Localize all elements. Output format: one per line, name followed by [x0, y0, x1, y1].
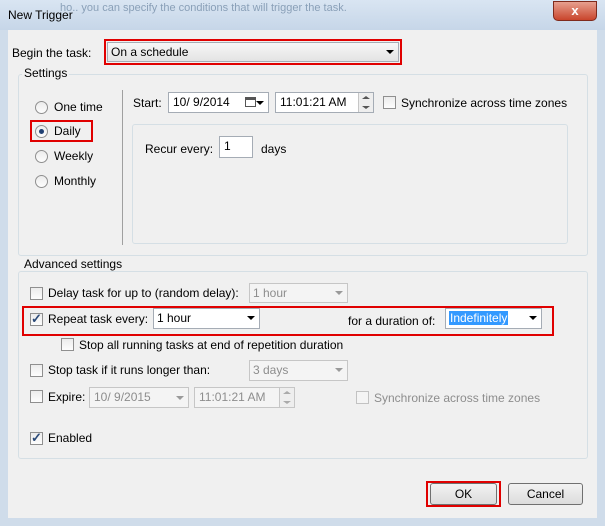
recur-every-input[interactable]: 1	[219, 136, 253, 158]
repeat-task-checkbox[interactable]	[30, 311, 43, 327]
stop-if-longer-value: 3 days	[253, 363, 289, 377]
recur-unit-label: days	[261, 142, 287, 156]
delay-value: 1 hour	[253, 286, 288, 300]
duration-value: Indefinitely	[449, 311, 509, 325]
expire-time-spinner[interactable]	[279, 388, 294, 407]
duration-label: for a duration of:	[348, 314, 436, 328]
calendar-icon	[245, 97, 256, 107]
duration-dropdown[interactable]: Indefinitely	[445, 308, 542, 329]
new-trigger-dialog: ho.. you can specify the conditions that…	[0, 0, 605, 526]
spin-up-icon	[283, 391, 291, 394]
radio-monthly-label: Monthly	[54, 174, 97, 188]
close-icon: x	[571, 3, 579, 18]
recur-every-label: Recur every:	[145, 142, 214, 156]
start-time-field[interactable]: 11:01:21 AM	[275, 92, 374, 113]
recur-every-value: 1	[224, 139, 231, 153]
expire-time-value: 11:01:21 AM	[199, 390, 266, 404]
radio-one-time[interactable]	[35, 101, 48, 114]
sync-timezones-label: Synchronize across time zones	[401, 96, 568, 110]
title-bar[interactable]: ho.. you can specify the conditions that…	[0, 0, 605, 30]
close-button[interactable]: x	[553, 1, 597, 21]
stop-if-longer-label: Stop task if it runs longer than:	[48, 363, 211, 377]
chevron-down-icon	[256, 101, 264, 105]
repeat-task-label: Repeat task every:	[48, 312, 149, 326]
start-time-spinner[interactable]	[358, 93, 373, 112]
stop-running-tasks-label: Stop all running tasks at end of repetit…	[79, 338, 344, 352]
sync-timezones-checkbox[interactable]	[383, 96, 396, 109]
spin-down-icon	[283, 401, 291, 404]
dialog-client-area: Begin the task: On a schedule Settings O…	[8, 30, 597, 518]
expire-time-field[interactable]: 11:01:21 AM	[194, 387, 295, 408]
radio-one-time-label: One time	[54, 100, 103, 114]
ok-button[interactable]: OK	[430, 483, 497, 505]
stop-if-longer-dropdown[interactable]: 3 days	[249, 360, 348, 381]
spin-down-icon	[362, 106, 370, 109]
expire-sync-checkbox[interactable]	[356, 391, 369, 404]
title-background-text: ho.. you can specify the conditions that…	[60, 2, 347, 14]
stop-if-longer-checkbox[interactable]	[30, 364, 43, 377]
expire-date-value: 10/ 9/2015	[94, 390, 151, 404]
delay-task-label: Delay task for up to (random delay):	[48, 286, 239, 300]
enabled-label: Enabled	[48, 431, 93, 445]
chevron-down-icon	[335, 368, 343, 372]
radio-monthly[interactable]	[35, 175, 48, 188]
settings-divider	[122, 90, 123, 245]
chevron-down-icon	[247, 316, 255, 320]
enabled-checkbox[interactable]	[30, 430, 43, 446]
radio-weekly[interactable]	[35, 150, 48, 163]
start-label: Start:	[133, 96, 162, 110]
delay-dropdown[interactable]: 1 hour	[249, 283, 348, 303]
stop-running-tasks-checkbox[interactable]	[61, 338, 74, 351]
chevron-down-icon	[335, 291, 343, 295]
chevron-down-icon	[176, 396, 184, 400]
window-title: New Trigger	[8, 8, 73, 22]
start-date-picker[interactable]: 10/ 9/2014	[168, 92, 269, 113]
expire-date-picker[interactable]: 10/ 9/2015	[89, 387, 189, 408]
settings-group-label: Settings	[22, 66, 70, 80]
repeat-interval-dropdown[interactable]: 1 hour	[153, 308, 260, 329]
repeat-interval-value: 1 hour	[157, 311, 192, 325]
chevron-down-icon	[529, 316, 537, 320]
expire-checkbox[interactable]	[30, 390, 43, 403]
highlight-daily	[30, 120, 93, 142]
cancel-button[interactable]: Cancel	[508, 483, 583, 505]
start-time-value: 11:01:21 AM	[280, 95, 347, 109]
highlight-begin-task	[104, 39, 402, 65]
expire-label: Expire:	[48, 390, 86, 404]
advanced-settings-label: Advanced settings	[22, 257, 125, 271]
begin-task-label: Begin the task:	[12, 46, 92, 60]
start-date-value: 10/ 9/2014	[173, 95, 230, 109]
expire-sync-label: Synchronize across time zones	[374, 391, 541, 405]
delay-task-checkbox[interactable]	[30, 287, 43, 300]
spin-up-icon	[362, 96, 370, 99]
radio-weekly-label: Weekly	[54, 149, 94, 163]
